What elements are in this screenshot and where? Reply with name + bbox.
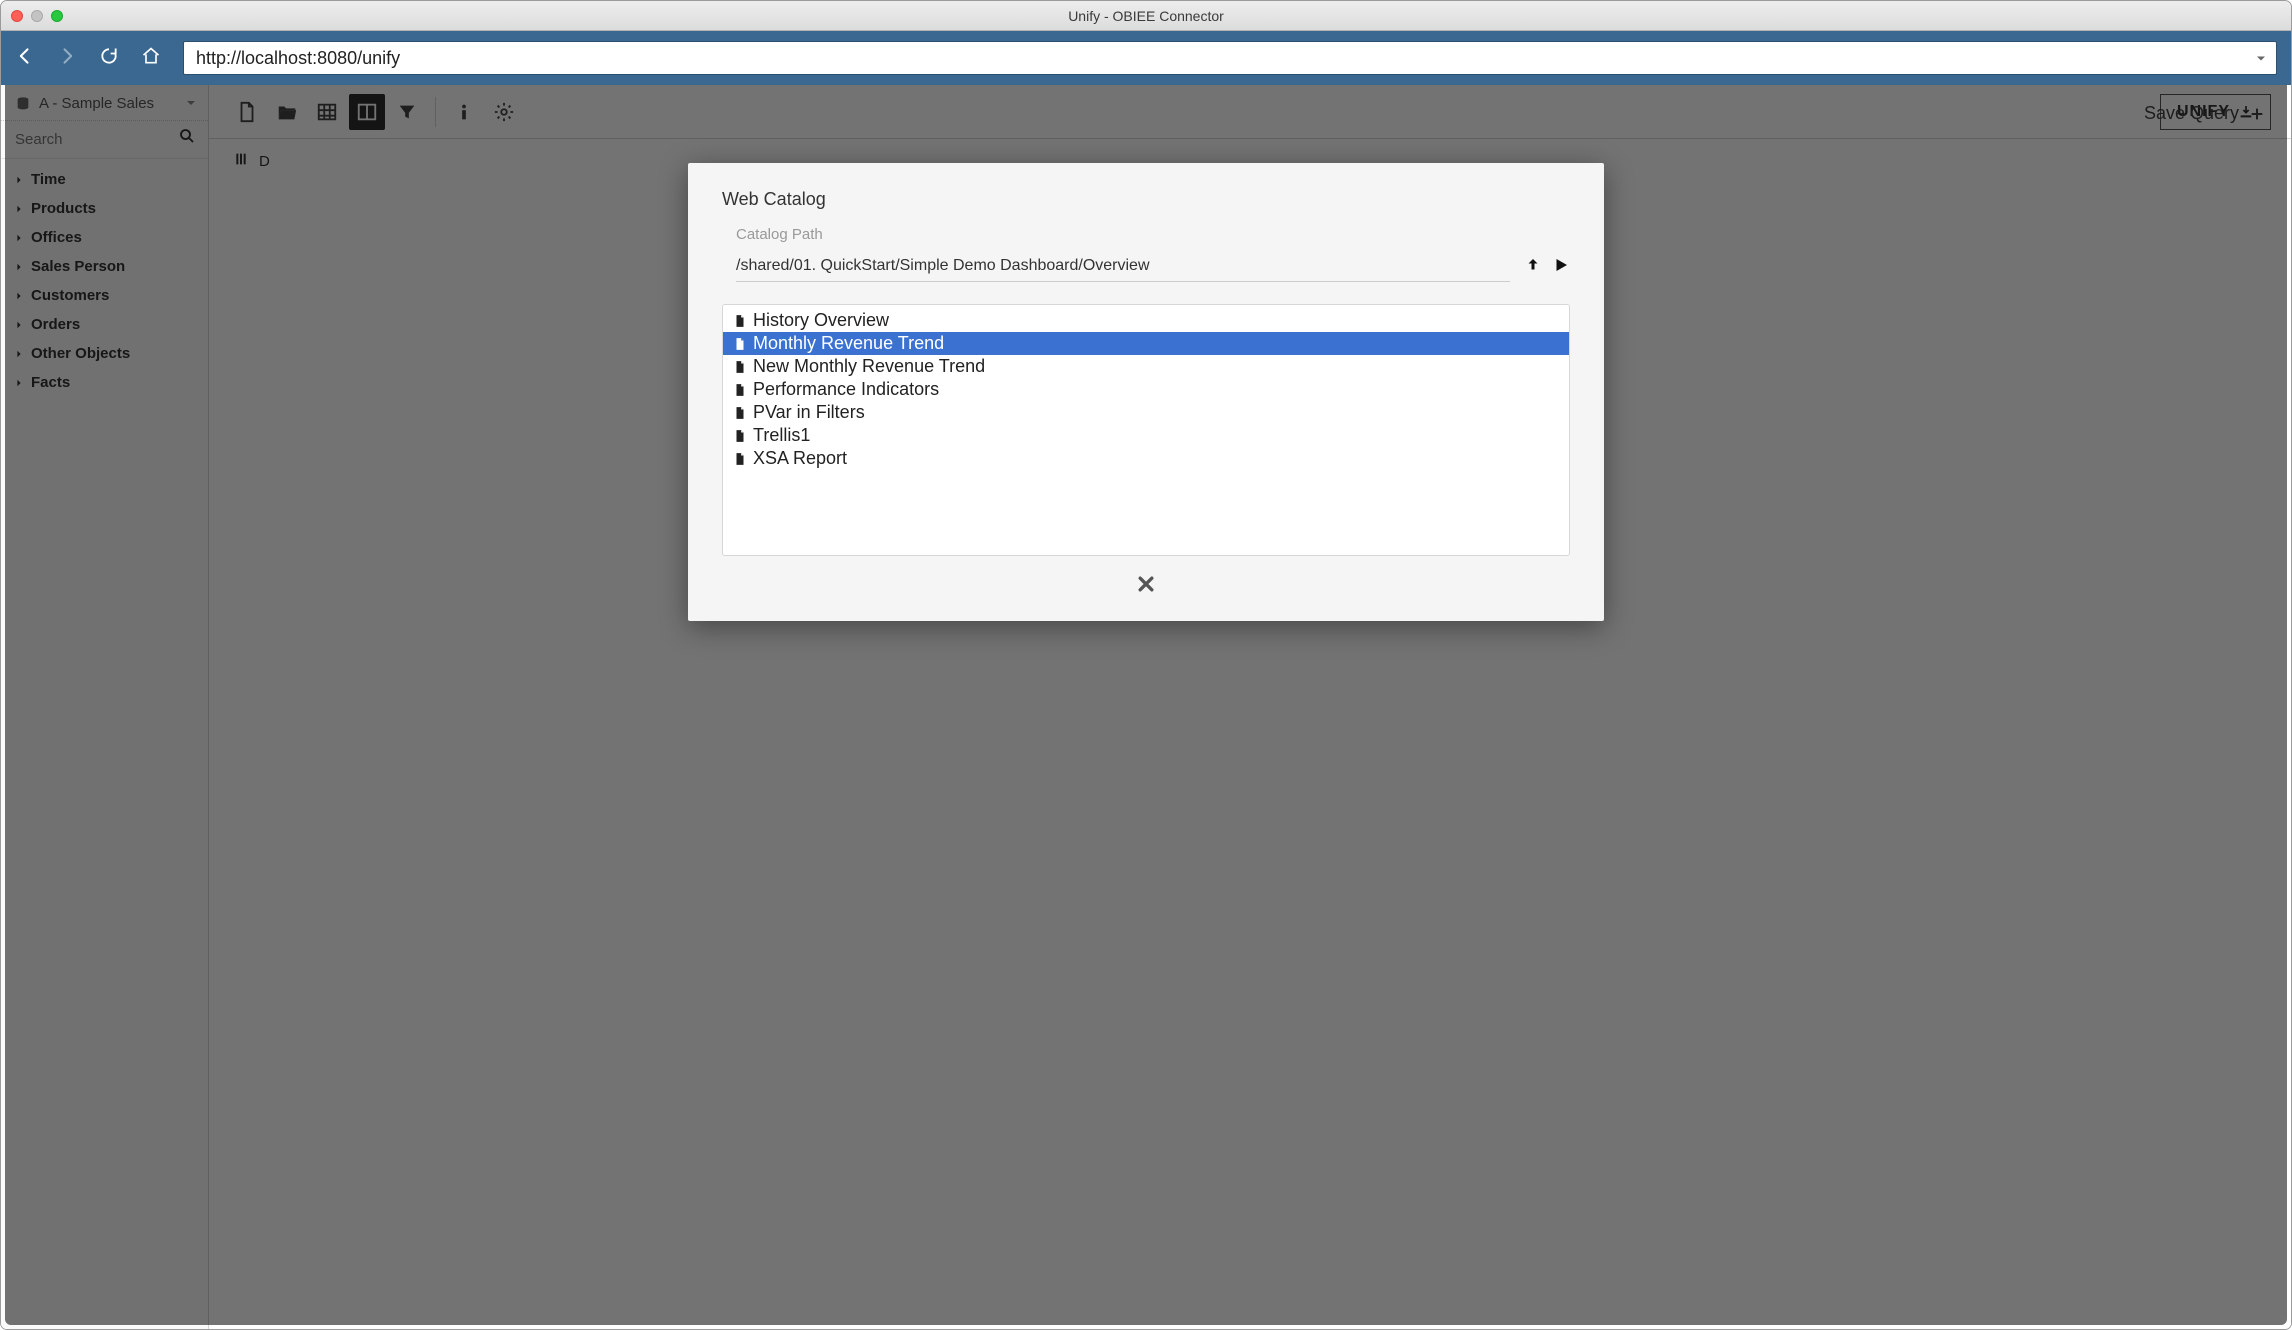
catalog-item[interactable]: Trellis1 xyxy=(723,424,1569,447)
reload-icon[interactable] xyxy=(99,46,119,71)
traffic-lights xyxy=(11,10,63,22)
file-icon xyxy=(733,336,747,352)
catalog-item-label: PVar in Filters xyxy=(753,402,865,423)
address-bar[interactable]: http://localhost:8080/unify xyxy=(183,41,2277,75)
back-icon[interactable] xyxy=(15,46,35,71)
window-zoom-button[interactable] xyxy=(51,10,63,22)
catalog-item-label: New Monthly Revenue Trend xyxy=(753,356,985,377)
catalog-item-label: XSA Report xyxy=(753,448,847,469)
go-button[interactable] xyxy=(1552,256,1570,279)
file-icon xyxy=(733,451,747,467)
catalog-item[interactable]: Monthly Revenue Trend xyxy=(723,332,1569,355)
browser-navbar: http://localhost:8080/unify xyxy=(1,31,2291,85)
file-icon xyxy=(733,428,747,444)
catalog-item[interactable]: XSA Report xyxy=(723,447,1569,470)
modal-title: Web Catalog xyxy=(722,189,1570,210)
catalog-item[interactable]: Performance Indicators xyxy=(723,378,1569,401)
address-url: http://localhost:8080/unify xyxy=(196,48,400,69)
window-title: Unify - OBIEE Connector xyxy=(11,8,2281,24)
file-icon xyxy=(733,313,747,329)
mac-titlebar: Unify - OBIEE Connector xyxy=(1,1,2291,31)
catalog-item-label: History Overview xyxy=(753,310,889,331)
web-catalog-modal: Web Catalog Catalog Path History Overvie… xyxy=(688,163,1604,621)
close-modal-button[interactable] xyxy=(1136,581,1156,598)
address-dropdown-icon[interactable] xyxy=(2256,48,2266,69)
catalog-item-label: Performance Indicators xyxy=(753,379,939,400)
home-icon[interactable] xyxy=(141,46,161,71)
file-icon xyxy=(733,405,747,421)
catalog-item-list: History OverviewMonthly Revenue TrendNew… xyxy=(722,304,1570,556)
window-minimize-button[interactable] xyxy=(31,10,43,22)
catalog-item[interactable]: PVar in Filters xyxy=(723,401,1569,424)
catalog-item[interactable]: History Overview xyxy=(723,309,1569,332)
modal-overlay[interactable]: Web Catalog Catalog Path History Overvie… xyxy=(5,85,2287,1325)
forward-icon xyxy=(57,46,77,71)
file-icon xyxy=(733,382,747,398)
go-up-button[interactable] xyxy=(1524,256,1542,279)
catalog-item-label: Monthly Revenue Trend xyxy=(753,333,944,354)
file-icon xyxy=(733,359,747,375)
catalog-path-input[interactable] xyxy=(736,253,1510,282)
catalog-path-label: Catalog Path xyxy=(736,226,1570,243)
catalog-item[interactable]: New Monthly Revenue Trend xyxy=(723,355,1569,378)
window-close-button[interactable] xyxy=(11,10,23,22)
catalog-item-label: Trellis1 xyxy=(753,425,810,446)
